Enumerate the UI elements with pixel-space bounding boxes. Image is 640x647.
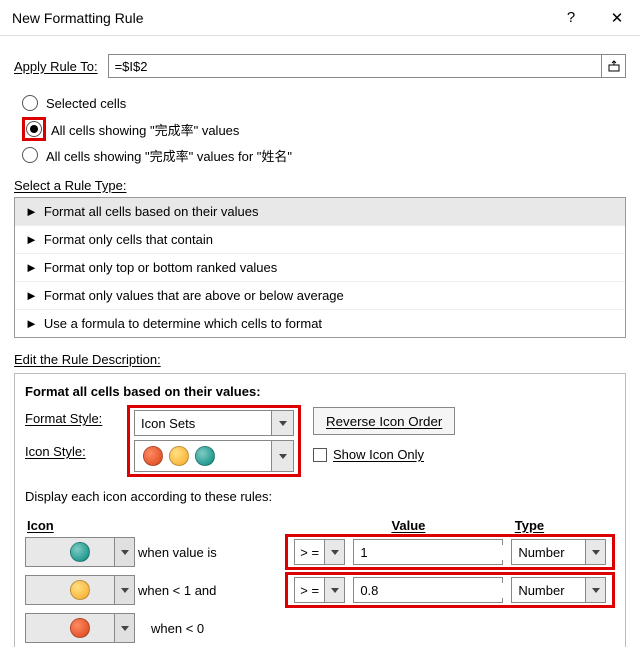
rule-operator-select[interactable]: > =	[294, 539, 345, 565]
dot-green-icon	[195, 446, 215, 466]
chevron-down-icon	[585, 540, 605, 564]
close-button[interactable]: ✕	[594, 0, 640, 36]
apply-rule-to-label: Apply Rule To:	[14, 59, 98, 74]
radio-all-showing-values[interactable]	[26, 121, 42, 137]
chevron-down-icon	[114, 614, 134, 642]
chevron-down-icon	[324, 540, 344, 564]
rule-type-select[interactable]: Number	[511, 577, 606, 603]
arrow-icon: ►	[25, 260, 38, 275]
dot-red-icon	[70, 618, 90, 638]
radio-selected-cells-label: Selected cells	[46, 96, 126, 111]
chevron-down-icon	[324, 578, 344, 602]
radio-selected-cells[interactable]	[22, 95, 38, 111]
chevron-down-icon	[585, 578, 605, 602]
icon-style-select[interactable]	[134, 440, 294, 472]
icon-style-label: Icon Style:	[25, 436, 115, 459]
radio-all-showing-values-for[interactable]	[22, 147, 38, 163]
display-rules-label: Display each icon according to these rul…	[25, 489, 615, 504]
arrow-icon: ►	[25, 204, 38, 219]
col-type-header: Type	[507, 518, 615, 533]
radio-all-showing-values-for-label: All cells showing "完成率" values for "姓名"	[46, 146, 292, 165]
col-icon-header: Icon	[25, 518, 310, 533]
show-icon-only-checkbox[interactable]	[313, 448, 327, 462]
arrow-icon: ►	[25, 232, 38, 247]
window-title: New Formatting Rule	[12, 10, 548, 26]
format-heading: Format all cells based on their values:	[25, 384, 615, 399]
dot-green-icon	[70, 542, 90, 562]
rule-icon-select[interactable]	[25, 575, 135, 605]
dot-yellow-icon	[70, 580, 90, 600]
dot-red-icon	[143, 446, 163, 466]
range-picker-icon[interactable]	[602, 54, 626, 78]
titlebar: New Formatting Rule ? ✕	[0, 0, 640, 36]
col-value-header: Value	[310, 518, 507, 533]
reverse-icon-order-button[interactable]: Reverse Icon Order	[313, 407, 455, 435]
rule-type-item[interactable]: ►Format all cells based on their values	[15, 198, 625, 226]
dot-yellow-icon	[169, 446, 189, 466]
show-icon-only-label: Show Icon Only	[333, 447, 424, 462]
rule-type-list[interactable]: ►Format all cells based on their values …	[14, 197, 626, 338]
rule-condition-text: when < 1 and	[138, 583, 285, 598]
rule-condition-text: when < 0	[151, 621, 315, 636]
rule-icon-select[interactable]	[25, 537, 135, 567]
rule-type-item[interactable]: ►Format only top or bottom ranked values	[15, 254, 625, 282]
select-rule-type-label: Select a Rule Type:	[14, 178, 626, 193]
chevron-down-icon	[271, 441, 293, 471]
rule-operator-select[interactable]: > =	[294, 577, 345, 603]
rule-condition-text: when value is	[138, 545, 285, 560]
format-style-select[interactable]: Icon Sets	[134, 410, 294, 436]
apply-scope-radios: Selected cells All cells showing "完成率" v…	[22, 90, 626, 168]
arrow-icon: ►	[25, 288, 38, 303]
rule-type-select[interactable]: Number	[511, 539, 606, 565]
format-style-label: Format Style:	[25, 405, 115, 426]
rule-type-item[interactable]: ►Format only values that are above or be…	[15, 282, 625, 310]
chevron-down-icon	[271, 411, 293, 435]
apply-rule-to-input[interactable]	[108, 54, 602, 78]
chevron-down-icon	[114, 538, 134, 566]
edit-rule-description-label: Edit the Rule Description:	[14, 352, 626, 367]
rule-type-item[interactable]: ►Use a formula to determine which cells …	[15, 310, 625, 337]
rule-type-item[interactable]: ►Format only cells that contain	[15, 226, 625, 254]
rule-icon-select[interactable]	[25, 613, 135, 643]
chevron-down-icon	[114, 576, 134, 604]
help-button[interactable]: ?	[548, 0, 594, 36]
radio-all-showing-values-label: All cells showing "完成率" values	[51, 120, 239, 139]
arrow-icon: ►	[25, 316, 38, 331]
